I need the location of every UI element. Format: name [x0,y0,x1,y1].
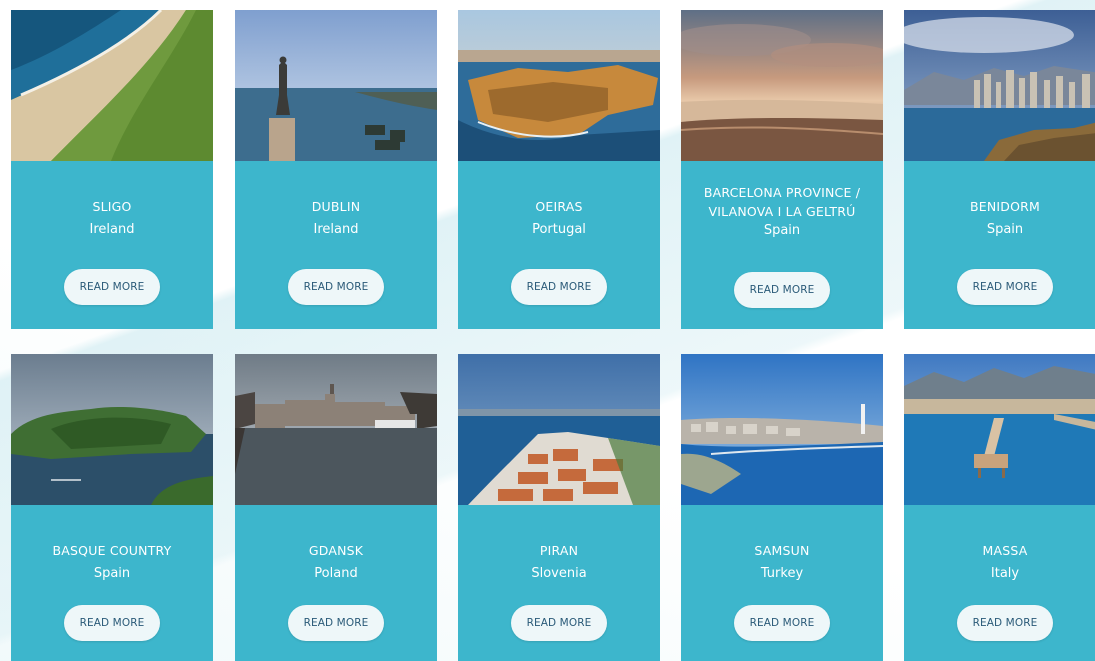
destination-card-benidorm[interactable]: BENIDORM Spain READ MORE [904,10,1095,329]
destination-card-barcelona[interactable]: BARCELONA PROVINCE / VILANOVA I LA GELTR… [681,10,883,329]
barcelona-caption: BARCELONA PROVINCE / VILANOVA I LA GELTR… [681,161,883,329]
country-name: Spain [93,566,131,581]
massa-photo [904,354,1095,505]
country-name: Ireland [313,222,359,237]
benidorm-photo [904,10,1095,161]
city-name: BASQUE COUNTRY [52,543,172,558]
samsun-caption: SAMSUN Turkey READ MORE [681,505,883,661]
country-name: Italy [990,566,1020,581]
country-name: Ireland [89,222,135,237]
massa-caption: MASSA Italy READ MORE [904,505,1095,661]
destination-grid: SLIGO Ireland READ MORE DUBLIN Ireland R… [11,10,1095,661]
read-more-button[interactable]: READ MORE [64,605,160,641]
country-name: Spain [986,222,1024,237]
country-name: Portugal [532,222,586,237]
destination-card-oeiras[interactable]: OEIRAS Portugal READ MORE [458,10,660,329]
country-name: Spain [763,223,801,238]
benidorm-caption: BENIDORM Spain READ MORE [904,161,1095,329]
read-more-button[interactable]: READ MORE [734,605,830,641]
samsun-photo [681,354,883,505]
country-name: Poland [314,566,358,581]
city-name: MASSA [982,543,1028,558]
city-name: PIRAN [539,543,579,558]
read-more-button[interactable]: READ MORE [957,605,1053,641]
city-name: BENIDORM [969,199,1041,214]
read-more-button[interactable]: READ MORE [957,269,1053,305]
sligo-photo [11,10,213,161]
destination-card-piran[interactable]: PIRAN Slovenia READ MORE [458,354,660,661]
basque-country-caption: BASQUE COUNTRY Spain READ MORE [11,505,213,661]
read-more-button[interactable]: READ MORE [64,269,160,305]
country-name: Turkey [760,566,804,581]
destination-card-gdansk[interactable]: GDANSK Poland READ MORE [235,354,437,661]
piran-photo [458,354,660,505]
piran-caption: PIRAN Slovenia READ MORE [458,505,660,661]
destination-card-sligo[interactable]: SLIGO Ireland READ MORE [11,10,213,329]
dublin-photo [235,10,437,161]
city-name: DUBLIN [311,199,361,214]
gdansk-photo [235,354,437,505]
oeiras-photo [458,10,660,161]
gdansk-caption: GDANSK Poland READ MORE [235,505,437,661]
city-name: OEIRAS [535,199,583,214]
destination-card-massa[interactable]: MASSA Italy READ MORE [904,354,1095,661]
city-name: SAMSUN [754,543,810,558]
read-more-button[interactable]: READ MORE [511,605,607,641]
country-name: Slovenia [531,566,587,581]
city-name: BARCELONA PROVINCE / VILANOVA I LA GELTR… [703,185,861,219]
dublin-caption: DUBLIN Ireland READ MORE [235,161,437,329]
destination-card-dublin[interactable]: DUBLIN Ireland READ MORE [235,10,437,329]
read-more-button[interactable]: READ MORE [288,269,384,305]
read-more-button[interactable]: READ MORE [288,605,384,641]
city-name: GDANSK [308,543,364,558]
destination-card-basque-country[interactable]: BASQUE COUNTRY Spain READ MORE [11,354,213,661]
oeiras-caption: OEIRAS Portugal READ MORE [458,161,660,329]
city-name: SLIGO [92,199,132,214]
barcelona-photo [681,10,883,161]
destinations-page: SLIGO Ireland READ MORE DUBLIN Ireland R… [0,0,1095,661]
read-more-button[interactable]: READ MORE [511,269,607,305]
basque-country-photo [11,354,213,505]
destination-card-samsun[interactable]: SAMSUN Turkey READ MORE [681,354,883,661]
sligo-caption: SLIGO Ireland READ MORE [11,161,213,329]
read-more-button[interactable]: READ MORE [734,272,830,308]
